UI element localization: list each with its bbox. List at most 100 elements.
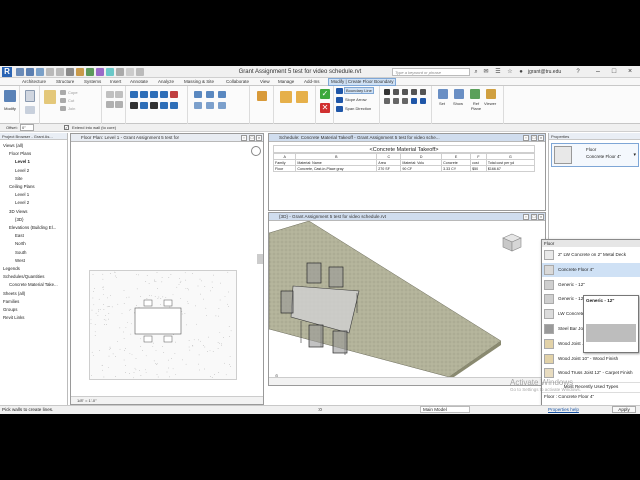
browser-item[interactable]: Families: [3, 299, 19, 304]
align-icon[interactable]: [130, 91, 138, 98]
table-cell[interactable]: 90 CF: [400, 165, 443, 172]
move-icon[interactable]: [130, 102, 138, 109]
browser-item[interactable]: Floor Plans: [9, 151, 31, 156]
save-icon[interactable]: [26, 68, 34, 76]
viewer-button[interactable]: Viewer: [484, 101, 496, 106]
offset-input[interactable]: 0": [20, 124, 34, 131]
measure-tool-icon[interactable]: [257, 91, 267, 101]
navigation-wheel-icon[interactable]: [251, 146, 261, 156]
rectangle-draw-icon[interactable]: [393, 89, 399, 95]
open-icon[interactable]: [16, 68, 24, 76]
schedule-close-button[interactable]: ×: [538, 135, 544, 141]
3d-view-maximize-button[interactable]: □: [531, 214, 537, 220]
close-button[interactable]: ×: [624, 66, 636, 77]
measure-icon[interactable]: [76, 68, 84, 76]
delete-icon[interactable]: [170, 91, 178, 98]
copy-element-icon[interactable]: [140, 102, 148, 109]
undo-icon[interactable]: [46, 68, 54, 76]
most-recent-label[interactable]: Most Recently Used Types: [542, 382, 640, 390]
finish-edit-icon[interactable]: ✓: [320, 89, 330, 99]
array-icon[interactable]: [218, 91, 226, 98]
schedule-restore-button[interactable]: ▫: [523, 135, 529, 141]
tab-collaborate[interactable]: Collaborate: [226, 79, 249, 84]
split-icon[interactable]: [170, 102, 178, 109]
browser-item[interactable]: Views (all): [3, 143, 23, 148]
copy-icon[interactable]: [60, 90, 66, 95]
3d-view-restore-button[interactable]: ▫: [523, 214, 529, 220]
pick-walls-icon[interactable]: [420, 98, 426, 104]
search-input[interactable]: Type a keyword or phrase: [392, 68, 470, 76]
offset-icon[interactable]: [140, 91, 148, 98]
table-cell[interactable]: Concrete, Cast-in-Place gray: [295, 165, 378, 172]
cope-label[interactable]: Cope: [68, 90, 78, 95]
floor-plan-close-button[interactable]: ×: [256, 135, 262, 141]
cut-geometry-icon[interactable]: [106, 91, 114, 98]
schedule-table[interactable]: ABCDEFG Family Material: Name Area Material…: [272, 153, 536, 172]
slope-arrow-button[interactable]: Slope Arrow: [345, 97, 367, 102]
span-direction-icon[interactable]: [336, 106, 343, 112]
spline-icon[interactable]: [402, 98, 408, 104]
tab-insert[interactable]: Insert: [110, 79, 121, 84]
print-icon[interactable]: [66, 68, 74, 76]
floor-plan-maximize-button[interactable]: □: [249, 135, 255, 141]
tab-massing-site[interactable]: Massing & Site: [184, 79, 214, 84]
boundary-line-button[interactable]: Boundary Line: [344, 87, 374, 94]
redo-icon[interactable]: [56, 68, 64, 76]
slope-arrow-icon[interactable]: [336, 97, 343, 103]
browser-item[interactable]: South: [15, 250, 26, 255]
browser-item[interactable]: Ceiling Plans: [9, 184, 35, 189]
tab-analyze[interactable]: Analyze: [158, 79, 174, 84]
chevron-down-icon[interactable]: ▾: [633, 152, 636, 158]
3d-view-control-bar[interactable]: [269, 377, 545, 385]
tab-view[interactable]: View: [260, 79, 270, 84]
type-selector[interactable]: Floor Concrete Floor 4" ▾: [551, 143, 639, 167]
viewer-icon[interactable]: [486, 89, 496, 99]
tab-structure[interactable]: Structure: [56, 79, 74, 84]
search-icon[interactable]: ⌕: [472, 68, 480, 76]
browser-item[interactable]: Legends: [3, 266, 20, 271]
set-icon[interactable]: [438, 89, 448, 99]
span-direction-button[interactable]: Span Direction: [345, 106, 371, 111]
floor-plan-scrollbar[interactable]: [257, 254, 263, 264]
browser-item[interactable]: Site: [15, 176, 23, 181]
communication-icon[interactable]: ☰: [494, 68, 502, 76]
tab-modify-create-floor-boundary[interactable]: Modify | Create Floor Boundary: [328, 78, 397, 86]
browser-item[interactable]: Level 1: [15, 192, 29, 197]
browser-item[interactable]: North: [15, 241, 26, 246]
cut-icon[interactable]: [60, 98, 66, 103]
subscription-icon[interactable]: ✉: [482, 68, 490, 76]
modify-icon[interactable]: [4, 90, 16, 102]
schedule-maximize-button[interactable]: □: [531, 135, 537, 141]
join-geometry-icon[interactable]: [115, 91, 123, 98]
table-row[interactable]: Floor Concrete, Cast-in-Place gray 270 SF 9…: [272, 165, 536, 172]
create-similar-icon[interactable]: [280, 91, 292, 103]
3d-view-close-button[interactable]: ×: [538, 214, 544, 220]
browser-item[interactable]: West: [15, 258, 25, 263]
browser-item[interactable]: East: [15, 233, 24, 238]
tab-annotate[interactable]: Annotate: [130, 79, 148, 84]
table-cell[interactable]: 270 SF: [376, 165, 402, 172]
join-icon[interactable]: [60, 106, 66, 111]
create-group-icon[interactable]: [296, 91, 308, 103]
apply-button[interactable]: Apply: [612, 406, 636, 413]
dropdown-item[interactable]: Generic - 12": [542, 278, 640, 292]
type-properties-icon[interactable]: [25, 106, 35, 114]
trim-icon[interactable]: [160, 102, 168, 109]
schedule-view[interactable]: Schedule: Concrete Material Takeoff - Gr…: [268, 133, 546, 211]
browser-item[interactable]: Level 1: [15, 159, 30, 164]
browser-item[interactable]: Sheets (all): [3, 291, 25, 296]
set-button[interactable]: Set: [439, 101, 445, 106]
table-cell[interactable]: $166.67: [485, 165, 536, 172]
maximize-button[interactable]: □: [608, 66, 620, 77]
dropdown-item[interactable]: Concrete Floor 4": [542, 262, 640, 277]
close-hidden-icon[interactable]: [126, 68, 134, 76]
ref-plane-icon[interactable]: [470, 89, 480, 99]
scale-label[interactable]: 1/8" = 1'-0": [77, 398, 97, 403]
tab-manage[interactable]: Manage: [278, 79, 294, 84]
ref-plane-button[interactable]: Ref Plane: [469, 101, 483, 111]
circle-draw-icon[interactable]: [411, 89, 417, 95]
browser-item[interactable]: Revit Links: [3, 315, 24, 320]
browser-item[interactable]: Elevations (Building El...: [9, 225, 56, 230]
floor-plan-canvas[interactable]: [89, 270, 237, 380]
app-logo[interactable]: R: [2, 67, 12, 77]
